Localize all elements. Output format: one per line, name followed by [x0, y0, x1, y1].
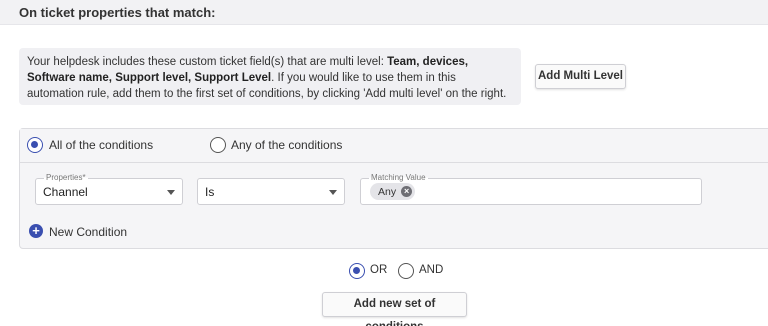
add-new-set-button[interactable]: Add new set of conditions [322, 292, 467, 326]
any-conditions-label[interactable]: Any of the conditions [231, 138, 342, 152]
matching-value-label: Matching Value [369, 173, 428, 182]
new-condition-link[interactable]: New Condition [49, 225, 127, 239]
matching-value-chip: Any × [370, 183, 416, 200]
all-conditions-radio[interactable] [27, 137, 43, 153]
caret-down-icon [329, 190, 337, 195]
info-text-before: Your helpdesk includes these custom tick… [27, 56, 388, 68]
section-title: On ticket properties that match: [19, 5, 216, 20]
caret-down-icon [167, 190, 175, 195]
add-multi-level-button[interactable]: Add Multi Level [535, 64, 626, 89]
multi-level-info-box: Your helpdesk includes these custom tick… [19, 48, 521, 105]
and-radio[interactable] [398, 263, 414, 279]
operator-select[interactable]: Is [197, 178, 345, 205]
plus-circle-icon[interactable]: + [29, 224, 43, 238]
property-select[interactable]: Properties* Channel [35, 173, 183, 205]
all-conditions-label[interactable]: All of the conditions [49, 138, 153, 152]
operator-value: Is [205, 185, 215, 199]
and-label[interactable]: AND [419, 264, 443, 276]
or-label[interactable]: OR [370, 264, 387, 276]
section-header: On ticket properties that match: [0, 0, 768, 25]
matching-value-field[interactable]: Matching Value Any × [360, 173, 702, 205]
conditions-panel: All of the conditions Any of the conditi… [19, 128, 768, 249]
or-radio[interactable] [349, 263, 365, 279]
property-value: Channel [43, 185, 88, 199]
close-circle-icon[interactable]: × [401, 186, 413, 197]
match-mode-bar: All of the conditions Any of the conditi… [20, 129, 768, 163]
any-conditions-radio[interactable] [210, 137, 226, 153]
chip-label: Any [378, 185, 397, 198]
property-field-label: Properties* [44, 173, 88, 182]
